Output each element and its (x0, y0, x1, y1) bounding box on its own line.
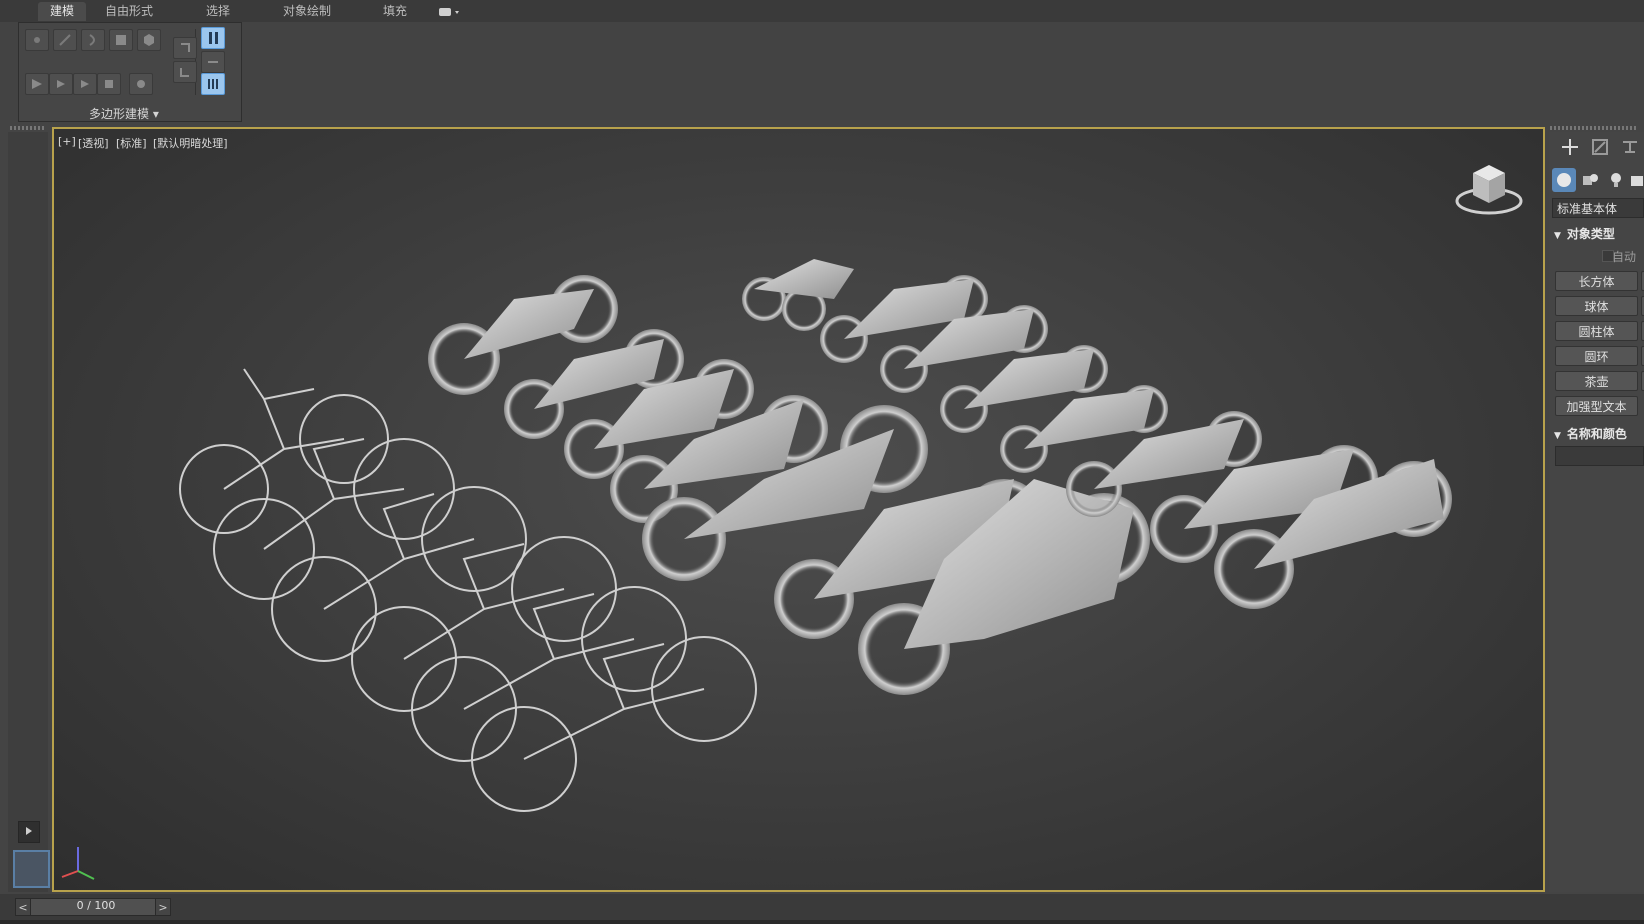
ribbon-options-dropdown[interactable] (437, 4, 463, 18)
modify-mode-button[interactable] (25, 73, 49, 95)
object-name-input[interactable] (1555, 446, 1644, 466)
tab-freeform[interactable]: 自由形式 (96, 2, 162, 21)
textplus-button[interactable]: 加强型文本 (1555, 396, 1638, 416)
element-mode-button[interactable] (137, 29, 161, 51)
rollout-object-type[interactable]: ▼ 对象类型 (1554, 225, 1615, 242)
polygon-mode-button[interactable] (109, 29, 133, 51)
grip-strip-left (10, 126, 44, 130)
polygon-modeling-panel: 多边形建模 ▾ (18, 22, 242, 122)
shapes-category-button[interactable] (1578, 168, 1602, 192)
cylinder-button[interactable]: 圆柱体 (1555, 321, 1638, 341)
scene-render (179, 259, 1452, 812)
vertex-mode-button[interactable] (25, 29, 49, 51)
motorcycle-group (428, 259, 1452, 695)
viewport-layout-toggle-button[interactable] (18, 821, 40, 843)
previous-modifier-button[interactable] (173, 37, 197, 59)
tab-selection[interactable]: 选择 (196, 2, 240, 21)
collapse-stack-button[interactable] (73, 73, 97, 95)
teapot-button[interactable]: 茶壶 (1555, 371, 1638, 391)
ribbon-tab-bar: 建模 自由形式 选择 对象绘制 填充 (0, 0, 1644, 23)
geometry-category-button[interactable] (1552, 168, 1576, 192)
sphere-button[interactable]: 球体 (1555, 296, 1638, 316)
autogrid-label: 自动 (1612, 250, 1637, 264)
create-tab-plus-icon[interactable] (1557, 134, 1583, 160)
tab-modeling[interactable]: 建模 (38, 2, 86, 21)
toggle-command-mode-button[interactable] (129, 73, 153, 95)
viewport-layout-thumbnail[interactable] (13, 850, 50, 888)
primitive-type-dropdown[interactable]: 标准基本体 (1552, 198, 1644, 218)
time-frame-text: 0 / 100 (76, 899, 116, 912)
next-modifier-button[interactable] (173, 61, 197, 83)
tab-object-paint[interactable]: 对象绘制 (274, 2, 340, 21)
edit-poly-mode-button[interactable] (201, 51, 225, 73)
time-prev-button[interactable]: < (15, 898, 31, 916)
preserve-uvs-button[interactable] (49, 73, 73, 95)
pin-stack-button[interactable] (201, 27, 225, 49)
lights-category-icon[interactable] (1604, 168, 1628, 192)
ribbon-body (0, 22, 1644, 120)
perspective-viewport[interactable]: [+] [透视] [标准] [默认明暗处理] (52, 127, 1545, 892)
rollout-name-color[interactable]: ▼ 名称和颜色 (1554, 425, 1627, 442)
modify-tab-icon[interactable] (1587, 134, 1613, 160)
show-end-result-button[interactable] (97, 73, 121, 95)
tab-populate[interactable]: 填充 (373, 2, 417, 21)
axis-tripod-icon (61, 847, 95, 880)
timeline-track[interactable] (0, 920, 1644, 924)
hierarchy-tab-icon[interactable] (1617, 134, 1643, 160)
time-next-button[interactable]: > (155, 898, 171, 916)
command-panel (1549, 132, 1644, 892)
box-button[interactable]: 长方体 (1555, 271, 1638, 291)
left-viewport-strip (8, 132, 48, 892)
torus-button[interactable]: 圆环 (1555, 346, 1638, 366)
grip-strip-right (1550, 126, 1638, 130)
border-mode-button[interactable] (81, 29, 105, 51)
edge-mode-button[interactable] (53, 29, 77, 51)
panel-label-polygon-modeling[interactable]: 多边形建模 ▾ (89, 105, 159, 122)
generate-topology-button[interactable] (201, 73, 225, 95)
cameras-category-icon[interactable] (1627, 168, 1644, 192)
